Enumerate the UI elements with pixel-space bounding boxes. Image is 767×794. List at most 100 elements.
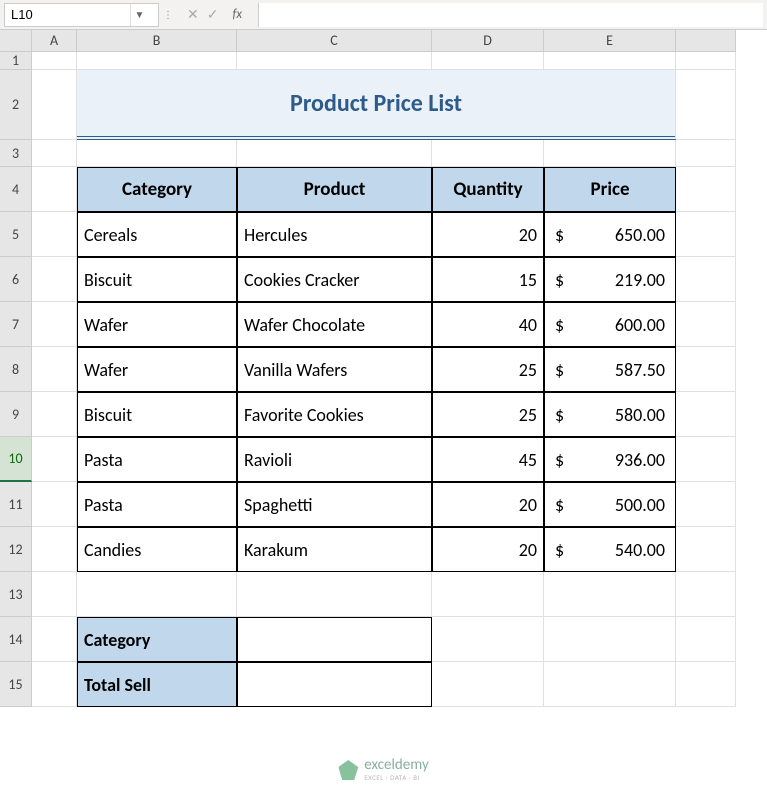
- confirm-icon[interactable]: ✓: [207, 6, 219, 23]
- formula-input[interactable]: [258, 3, 763, 27]
- col-header-A[interactable]: A: [32, 30, 77, 52]
- th-price[interactable]: Price: [544, 167, 676, 212]
- cell-B1[interactable]: [77, 52, 237, 70]
- cell-A14[interactable]: [32, 617, 77, 662]
- cell-F12[interactable]: [676, 527, 736, 572]
- cell-qty-7[interactable]: 20: [432, 527, 544, 572]
- cell-A13[interactable]: [32, 572, 77, 617]
- col-header-E[interactable]: E: [544, 30, 676, 52]
- cell-F7[interactable]: [676, 302, 736, 347]
- name-box[interactable]: [5, 5, 130, 24]
- cell-A6[interactable]: [32, 257, 77, 302]
- cell-E3[interactable]: [544, 140, 676, 167]
- cell-C3[interactable]: [237, 140, 432, 167]
- cell-F2[interactable]: [676, 70, 736, 140]
- cancel-icon[interactable]: ✕: [187, 6, 199, 23]
- row-header-5[interactable]: 5: [0, 212, 32, 257]
- cell-A2[interactable]: [32, 70, 77, 140]
- cell-F4[interactable]: [676, 167, 736, 212]
- cell-E14[interactable]: [544, 617, 676, 662]
- cell-F15[interactable]: [676, 662, 736, 707]
- cell-A1[interactable]: [32, 52, 77, 70]
- cell-F3[interactable]: [676, 140, 736, 167]
- cell-F5[interactable]: [676, 212, 736, 257]
- cell-product-2[interactable]: Wafer Chocolate: [237, 302, 432, 347]
- cell-A8[interactable]: [32, 347, 77, 392]
- cell-product-1[interactable]: Cookies Cracker: [237, 257, 432, 302]
- cell-A5[interactable]: [32, 212, 77, 257]
- row-header-4[interactable]: 4: [0, 167, 32, 212]
- cell-F14[interactable]: [676, 617, 736, 662]
- cell-F9[interactable]: [676, 392, 736, 437]
- cell-price-1[interactable]: $219.00: [544, 257, 676, 302]
- cell-category-5[interactable]: Pasta: [77, 437, 237, 482]
- cell-C1[interactable]: [237, 52, 432, 70]
- cell-price-3[interactable]: $587.50: [544, 347, 676, 392]
- cell-qty-5[interactable]: 45: [432, 437, 544, 482]
- cell-category-3[interactable]: Wafer: [77, 347, 237, 392]
- col-header-C[interactable]: C: [237, 30, 432, 52]
- row-header-15[interactable]: 15: [0, 662, 32, 707]
- cell-F11[interactable]: [676, 482, 736, 527]
- cell-price-5[interactable]: $936.00: [544, 437, 676, 482]
- select-all-corner[interactable]: [0, 30, 32, 52]
- cell-category-2[interactable]: Wafer: [77, 302, 237, 347]
- cell-price-6[interactable]: $500.00: [544, 482, 676, 527]
- summary-category-label[interactable]: Category: [77, 617, 237, 662]
- cell-E15[interactable]: [544, 662, 676, 707]
- cell-D13[interactable]: [432, 572, 544, 617]
- col-header-D[interactable]: D: [432, 30, 544, 52]
- cell-D3[interactable]: [432, 140, 544, 167]
- cell-price-4[interactable]: $580.00: [544, 392, 676, 437]
- cell-product-6[interactable]: Spaghetti: [237, 482, 432, 527]
- cell-B3[interactable]: [77, 140, 237, 167]
- row-header-11[interactable]: 11: [0, 482, 32, 527]
- cell-category-1[interactable]: Biscuit: [77, 257, 237, 302]
- summary-total-label[interactable]: Total Sell: [77, 662, 237, 707]
- summary-category-value[interactable]: [237, 617, 432, 662]
- fx-icon[interactable]: fx: [226, 7, 248, 22]
- cell-category-4[interactable]: Biscuit: [77, 392, 237, 437]
- col-header-B[interactable]: B: [77, 30, 237, 52]
- cell-F6[interactable]: [676, 257, 736, 302]
- col-header-blank[interactable]: [676, 30, 736, 52]
- th-quantity[interactable]: Quantity: [432, 167, 544, 212]
- row-header-1[interactable]: 1: [0, 52, 32, 70]
- row-header-6[interactable]: 6: [0, 257, 32, 302]
- cell-qty-2[interactable]: 40: [432, 302, 544, 347]
- cell-E1[interactable]: [544, 52, 676, 70]
- cell-A10[interactable]: [32, 437, 77, 482]
- cell-C13[interactable]: [237, 572, 432, 617]
- cell-A11[interactable]: [32, 482, 77, 527]
- cell-D14[interactable]: [432, 617, 544, 662]
- cell-qty-1[interactable]: 15: [432, 257, 544, 302]
- cell-A3[interactable]: [32, 140, 77, 167]
- row-header-2[interactable]: 2: [0, 70, 32, 140]
- cell-A9[interactable]: [32, 392, 77, 437]
- cell-product-5[interactable]: Ravioli: [237, 437, 432, 482]
- cell-category-7[interactable]: Candies: [77, 527, 237, 572]
- cell-A12[interactable]: [32, 527, 77, 572]
- row-header-3[interactable]: 3: [0, 140, 32, 167]
- cell-product-0[interactable]: Hercules: [237, 212, 432, 257]
- cell-F13[interactable]: [676, 572, 736, 617]
- cell-E13[interactable]: [544, 572, 676, 617]
- page-title[interactable]: Product Price List: [77, 70, 676, 140]
- cell-D15[interactable]: [432, 662, 544, 707]
- cell-category-0[interactable]: Cereals: [77, 212, 237, 257]
- cell-category-6[interactable]: Pasta: [77, 482, 237, 527]
- row-header-10[interactable]: 10: [0, 437, 32, 482]
- cell-product-4[interactable]: Favorite Cookies: [237, 392, 432, 437]
- cell-D1[interactable]: [432, 52, 544, 70]
- cell-A7[interactable]: [32, 302, 77, 347]
- cell-price-0[interactable]: $650.00: [544, 212, 676, 257]
- row-header-9[interactable]: 9: [0, 392, 32, 437]
- cell-A15[interactable]: [32, 662, 77, 707]
- cell-price-2[interactable]: $600.00: [544, 302, 676, 347]
- cell-qty-6[interactable]: 20: [432, 482, 544, 527]
- cell-product-7[interactable]: Karakum: [237, 527, 432, 572]
- cell-price-7[interactable]: $540.00: [544, 527, 676, 572]
- cell-F10[interactable]: [676, 437, 736, 482]
- row-header-7[interactable]: 7: [0, 302, 32, 347]
- cell-B13[interactable]: [77, 572, 237, 617]
